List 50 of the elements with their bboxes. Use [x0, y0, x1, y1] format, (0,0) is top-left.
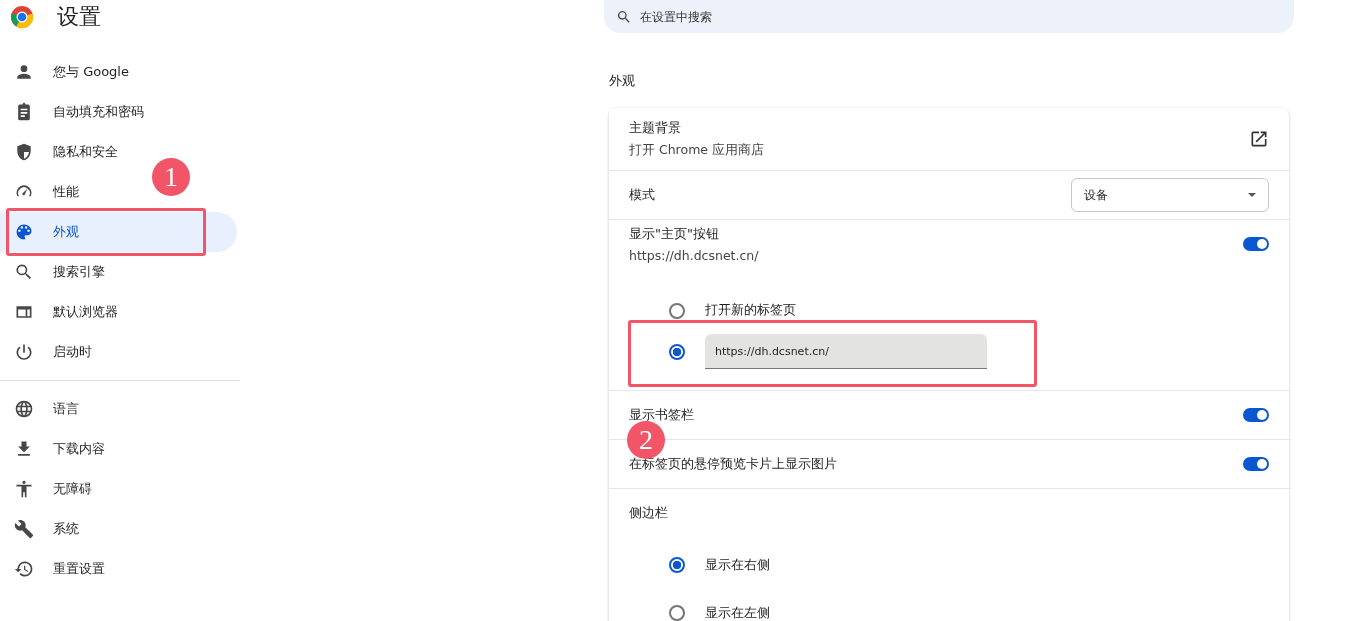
- sidebar-icon: [14, 262, 34, 282]
- setting-description: 打开 Chrome 应用商店: [629, 142, 764, 159]
- sidebar-item[interactable]: 您与 Google: [0, 52, 141, 92]
- caret-icon: [1248, 193, 1256, 197]
- radio-button[interactable]: [669, 557, 685, 573]
- toggle-switch[interactable]: [1243, 457, 1269, 471]
- sidebar-item[interactable]: 下载内容: [0, 429, 117, 469]
- sidebar-item[interactable]: 重置设置: [0, 549, 117, 589]
- setting-label: 主题背景: [629, 119, 682, 137]
- sidebar-item[interactable]: 启动时: [0, 332, 104, 372]
- external-link-icon[interactable]: [1249, 129, 1269, 149]
- toggle-switch[interactable]: [1243, 237, 1269, 251]
- toggle-switch[interactable]: [1243, 408, 1269, 422]
- sidebar-item[interactable]: 外观: [0, 212, 237, 252]
- section-title: 外观: [609, 72, 636, 90]
- sidebar-icon: [14, 342, 34, 362]
- search-icon: [616, 8, 632, 25]
- sidebar-item[interactable]: 系统: [0, 509, 91, 549]
- sidebar-item[interactable]: 自动填充和密码: [0, 92, 156, 132]
- radio-button[interactable]: [669, 343, 685, 360]
- sidebar-item[interactable]: 隐私和安全: [0, 132, 130, 172]
- step-number-badge: 1: [152, 158, 190, 196]
- radio-label: 打开新的标签页: [705, 302, 796, 319]
- sidebar-icon: [14, 519, 34, 539]
- sidebar-item[interactable]: 性能: [0, 172, 91, 212]
- search-input[interactable]: 在设置中搜索: [638, 8, 1294, 25]
- sidebar-icon: [14, 479, 34, 499]
- sidebar-icon: [14, 399, 34, 419]
- radio-button[interactable]: [669, 605, 685, 621]
- sidebar-icon: [14, 222, 34, 242]
- search-field[interactable]: 在设置中搜索: [604, 0, 1294, 33]
- radio-label: 显示在左侧: [705, 604, 770, 621]
- chrome-logo-icon: [10, 5, 34, 29]
- sidebar-item[interactable]: 搜索引擎: [0, 252, 117, 292]
- sidebar-icon: [14, 62, 34, 82]
- mode-dropdown[interactable]: 设备: [1071, 178, 1269, 212]
- setting-description: https://dh.dcsnet.cn/: [629, 248, 759, 263]
- setting-label: 侧边栏: [629, 504, 668, 522]
- sidebar-icon: [14, 559, 34, 579]
- radio-label: 显示在右侧: [705, 556, 770, 574]
- sidebar-item[interactable]: 默认浏览器: [0, 292, 130, 332]
- sidebar-icon: [14, 142, 34, 162]
- page-title: 设置: [57, 3, 101, 31]
- setting-label: 模式: [629, 186, 655, 204]
- sidebar-item[interactable]: 无障碍: [0, 469, 104, 509]
- setting-label: 显示"主页"按钮: [629, 225, 720, 243]
- setting-label: 显示书签栏: [629, 406, 694, 424]
- url-input-field[interactable]: https://dh.dcsnet.cn/: [705, 334, 987, 369]
- sidebar-item[interactable]: 语言: [0, 389, 91, 429]
- radio-button[interactable]: [669, 302, 685, 319]
